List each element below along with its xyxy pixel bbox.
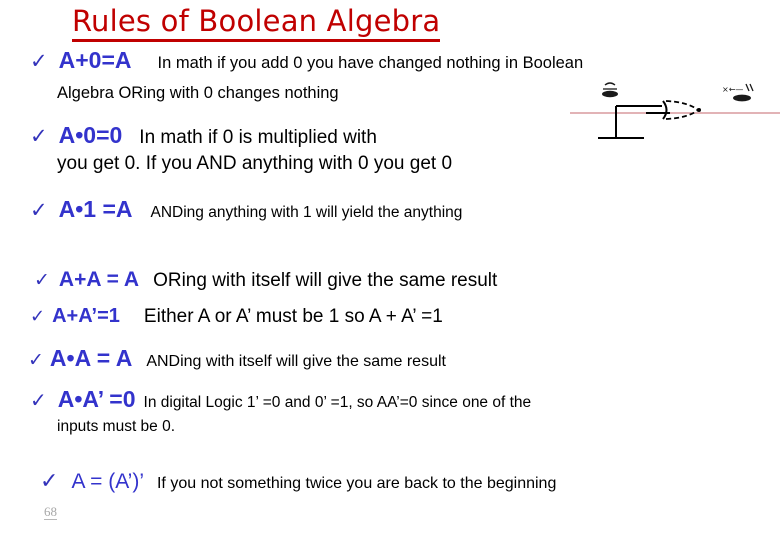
logic-gate-sketch-svg: ×←— [570,82,780,139]
stamp-artifact-right: ×←— [722,83,754,102]
check-icon: ✓ [34,269,50,291]
rule-item-a-plus-a-not: ✓ A+A’=1 Either A or A’ must be 1 so A +… [30,305,443,328]
or-gate-back-arc [662,100,668,120]
page-number: 68 [44,504,57,521]
svg-text:×←—: ×←— [722,85,743,94]
rule-description: In math if 0 is multiplied with [139,127,377,148]
rule-description-continuation: you get 0. If you AND anything with 0 yo… [57,153,453,174]
rule-description: In math if you add 0 you have changed no… [157,54,584,72]
check-icon: ✓ [28,349,44,371]
rule-item-a-plus-0: ✓ A+0=A In math if you add 0 you have ch… [30,47,583,74]
rule-item-a-times-0: ✓ A•0=0 In math if 0 is multiplied with [30,122,377,149]
rule-description: ANDing anything with 1 will yield the an… [150,204,463,221]
stamp-artifact-left [602,82,618,98]
slide-canvas: Rules of Boolean Algebra ✓ A+0=A In math… [0,0,780,540]
page-title: Rules of Boolean Algebra [72,5,441,42]
gate-output-node [697,108,701,112]
or-gate-lower-arc [665,109,699,120]
rule-expression: A+0=A [58,47,132,73]
check-icon: ✓ [30,124,48,148]
logic-gate-sketch: ×←— [570,72,780,157]
check-icon: ✓ [30,388,47,412]
rule-description: If you not something twice you are back … [156,475,557,492]
rule-expression: A•A’ =0 [57,386,136,412]
rule-description-continuation: Algebra ORing with 0 changes nothing [57,84,339,102]
check-icon: ✓ [30,49,48,73]
rule-expression: A+A’=1 [52,305,120,327]
rule-item-a-plus-a: ✓ A+A = A ORing with itself will give th… [34,268,497,292]
rule-description: Either A or A’ must be 1 so A + A’ =1 [143,306,443,327]
rule-item-a-times-1: ✓ A•1 =A ANDing anything with 1 will yie… [30,196,462,223]
rule-expression: A+A = A [58,268,140,291]
check-icon: ✓ [30,306,46,327]
rule-expression: A•A = A [49,345,133,371]
rule-expression: A•0=0 [58,122,123,148]
check-icon: ✓ [30,198,48,222]
rule-item-a-times-a: ✓ A•A = A ANDing with itself will give t… [28,345,446,372]
rule-description: ANDing with itself will give the same re… [146,353,446,370]
check-icon: ✓ [40,469,59,494]
rule-description: In digital Logic 1’ =0 and 0’ =1, so AA’… [143,394,532,411]
or-gate-upper-arc [665,100,699,111]
rule-item-a-times-a-not: ✓ A•A’ =0 In digital Logic 1’ =0 and 0’ … [30,386,531,413]
rule-description: ORing with itself will give the same res… [153,270,498,291]
rule-expression: A•1 =A [58,196,133,222]
rule-description-continuation: inputs must be 0. [57,418,176,435]
rule-item-double-negation: ✓ A = (A’)’ If you not something twice y… [40,470,556,494]
rule-expression: A = (A’)’ [71,470,144,493]
